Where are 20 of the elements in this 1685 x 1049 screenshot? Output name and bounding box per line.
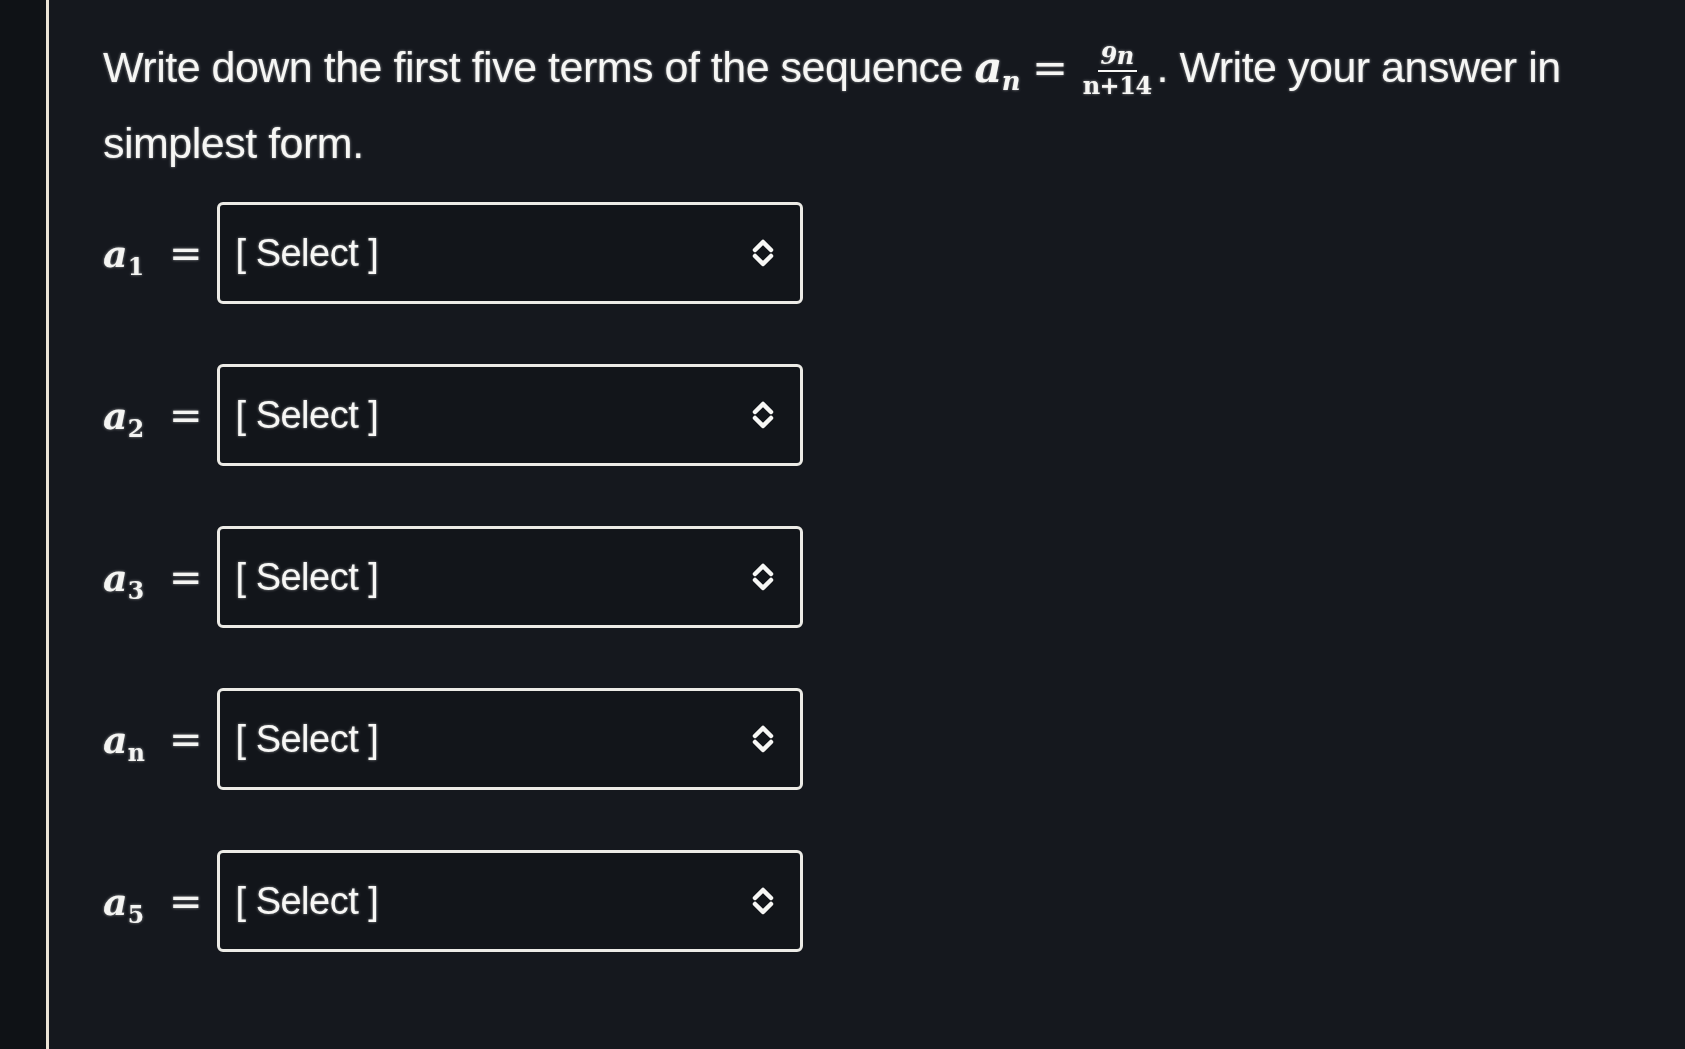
term-label: a$_{n}$ [103,716,146,762]
term-label: a$_{5}$ [103,878,145,924]
select-dropdown[interactable]: [ Select ] [216,526,803,628]
select-dropdown[interactable]: [ Select ] [216,850,803,952]
up-down-chevron-icon [751,563,774,591]
select-dropdown[interactable]: [ Select ] [216,202,803,304]
up-down-chevron-icon [751,887,774,915]
up-down-chevron-icon [751,725,774,753]
up-down-chevron-icon [751,239,774,267]
equals-sign: = [169,230,203,276]
select-dropdown[interactable]: [ Select ] [216,688,803,790]
select-dropdown[interactable]: [ Select ] [216,364,803,466]
term-label: a$_{3}$ [103,554,145,600]
term-label: a$_{2}$ [103,392,145,438]
up-down-chevron-icon [751,401,774,429]
equals-sign: = [169,878,203,924]
equals-sign: = [169,554,203,600]
equals-sign: = [169,716,203,762]
term-label: a$_{1}$ [103,230,145,276]
equals-sign: = [169,392,203,438]
